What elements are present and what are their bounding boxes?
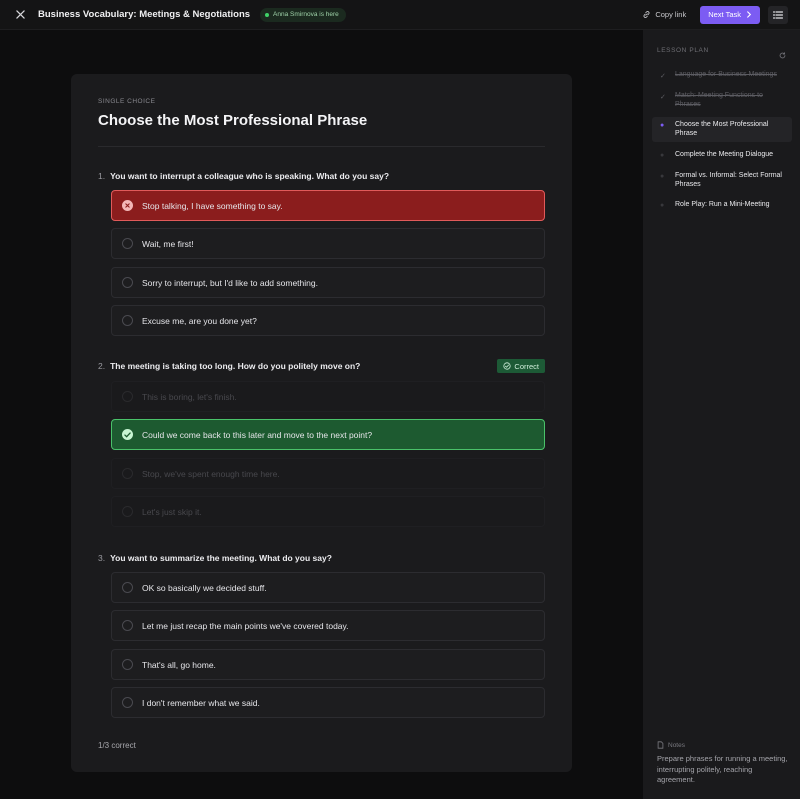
close-icon[interactable] <box>12 7 28 23</box>
answer-label: Let me just recap the main points we've … <box>142 620 349 631</box>
answer-label: Excuse me, are you done yet? <box>142 315 257 326</box>
radio-icon <box>122 697 133 708</box>
answer-label: I don't remember what we said. <box>142 697 260 708</box>
lesson-plan-item-label: Role Play: Run a Mini-Meeting <box>675 201 770 208</box>
wrong-x-icon <box>122 200 133 211</box>
lesson-plan-toggle-button[interactable] <box>768 5 788 24</box>
score-text: 1/3 correct <box>98 741 136 750</box>
check-icon: ✓ <box>660 94 666 101</box>
pending-dot-icon: ● <box>660 173 665 180</box>
next-task-button[interactable]: Next Task <box>700 5 760 24</box>
radio-icon <box>122 506 133 517</box>
task-title: Choose the Most Professional Phrase <box>98 112 368 129</box>
answer-label: Stop, we've spent enough time here. <box>142 468 280 479</box>
answer-label: That's all, go home. <box>142 659 216 670</box>
radio-icon <box>122 391 133 402</box>
divider <box>98 146 545 147</box>
question-text: You want to interrupt a colleague who is… <box>110 171 390 181</box>
lesson-plan-item[interactable]: ✓ Match: Meeting Functions to Phrases <box>652 88 792 113</box>
answer-label: Let's just skip it. <box>142 506 202 517</box>
radio-icon <box>122 659 133 670</box>
pending-dot-icon: ● <box>660 152 665 159</box>
next-task-label: Next Task <box>708 10 741 19</box>
presence-text: Anna Smirnova is here <box>273 11 339 18</box>
check-circle-icon <box>503 362 512 370</box>
refresh-icon[interactable] <box>779 46 787 59</box>
check-icon <box>122 429 133 440</box>
chevron-right-icon <box>747 11 752 18</box>
online-dot-icon <box>265 12 270 17</box>
lesson-title: Business Vocabulary: Meetings & Negotiat… <box>38 9 251 20</box>
question-number: 2. <box>98 361 106 371</box>
answer-option[interactable]: This is boring, let's finish. <box>111 381 545 412</box>
question-text: You want to summarize the meeting. What … <box>110 553 332 563</box>
radio-icon <box>122 468 133 479</box>
lesson-plan-item-label: Language for Business Meetings <box>675 71 777 78</box>
radio-icon <box>122 277 133 288</box>
notes-heading-label: Notes <box>668 741 685 749</box>
radio-icon <box>122 315 133 326</box>
pending-dot-icon: ● <box>660 202 665 209</box>
presence-badge: Anna Smirnova is here <box>260 7 346 22</box>
answer-label: Stop talking, I have something to say. <box>142 200 283 211</box>
answer-option[interactable]: Stop talking, I have something to say. <box>111 190 545 221</box>
link-icon <box>643 11 650 18</box>
question-2: 2. The meeting is taking too long. How d… <box>98 359 545 527</box>
badge-label: Correct <box>514 361 539 371</box>
answer-option[interactable]: Wait, me first! <box>111 228 545 259</box>
task-card: SINGLE CHOICE Choose the Most Profession… <box>71 74 572 772</box>
answer-label: OK so basically we decided stuff. <box>142 582 267 593</box>
answer-option[interactable]: Could we come back to this later and mov… <box>111 419 545 450</box>
answer-option[interactable]: I don't remember what we said. <box>111 687 545 718</box>
lesson-plan-item-label: Choose the Most Professional Phrase <box>675 121 769 137</box>
current-dot-icon: ● <box>660 122 665 129</box>
answer-option[interactable]: OK so basically we decided stuff. <box>111 572 545 603</box>
answer-option[interactable]: Sorry to interrupt, but I'd like to add … <box>111 267 545 298</box>
answer-label: Could we come back to this later and mov… <box>142 429 373 440</box>
task-kind: SINGLE CHOICE <box>98 98 156 105</box>
answer-option[interactable]: Let's just skip it. <box>111 496 545 527</box>
note-icon <box>657 741 664 749</box>
question-1: 1. You want to interrupt a colleague who… <box>98 169 545 336</box>
radio-icon <box>122 620 133 631</box>
check-icon: ✓ <box>660 73 666 80</box>
answer-label: Wait, me first! <box>142 238 194 249</box>
correct-badge: Correct <box>497 359 545 373</box>
copy-link-button[interactable]: Copy link <box>636 6 692 23</box>
question-text: The meeting is taking too long. How do y… <box>110 361 361 371</box>
lesson-plan-item-label: Formal vs. Informal: Select Formal Phras… <box>675 172 782 188</box>
lesson-plan-item-label: Match: Meeting Functions to Phrases <box>675 92 763 108</box>
radio-icon <box>122 238 133 249</box>
answer-option[interactable]: That's all, go home. <box>111 649 545 680</box>
list-icon <box>773 10 783 19</box>
lesson-plan-item[interactable]: ● Choose the Most Professional Phrase <box>652 117 792 142</box>
question-number: 3. <box>98 553 106 563</box>
lesson-plan-heading: LESSON PLAN <box>657 46 709 54</box>
answer-option[interactable]: Excuse me, are you done yet? <box>111 305 545 336</box>
lesson-plan-item[interactable]: ✓ Language for Business Meetings <box>652 67 792 84</box>
notes-text: Prepare phrases for running a meeting, i… <box>657 754 788 784</box>
lesson-plan-item-label: Complete the Meeting Dialogue <box>675 151 774 158</box>
main-area: SINGLE CHOICE Choose the Most Profession… <box>0 30 643 799</box>
lesson-plan-item[interactable]: ● Complete the Meeting Dialogue <box>652 147 792 164</box>
lesson-plan-item[interactable]: ● Role Play: Run a Mini-Meeting <box>652 197 792 214</box>
answer-label: Sorry to interrupt, but I'd like to add … <box>142 277 318 288</box>
notes-heading: Notes <box>657 741 685 749</box>
answer-label: This is boring, let's finish. <box>142 391 237 402</box>
answer-option[interactable]: Let me just recap the main points we've … <box>111 610 545 641</box>
question-3: 3. You want to summarize the meeting. Wh… <box>98 551 545 718</box>
lesson-plan-item[interactable]: ● Formal vs. Informal: Select Formal Phr… <box>652 168 792 193</box>
top-bar: Business Vocabulary: Meetings & Negotiat… <box>0 0 800 30</box>
answer-option[interactable]: Stop, we've spent enough time here. <box>111 458 545 489</box>
question-number: 1. <box>98 171 106 181</box>
radio-icon <box>122 582 133 593</box>
copy-link-label: Copy link <box>655 10 687 19</box>
lesson-plan-sidebar: LESSON PLAN ✓ Language for Business Meet… <box>643 30 800 799</box>
